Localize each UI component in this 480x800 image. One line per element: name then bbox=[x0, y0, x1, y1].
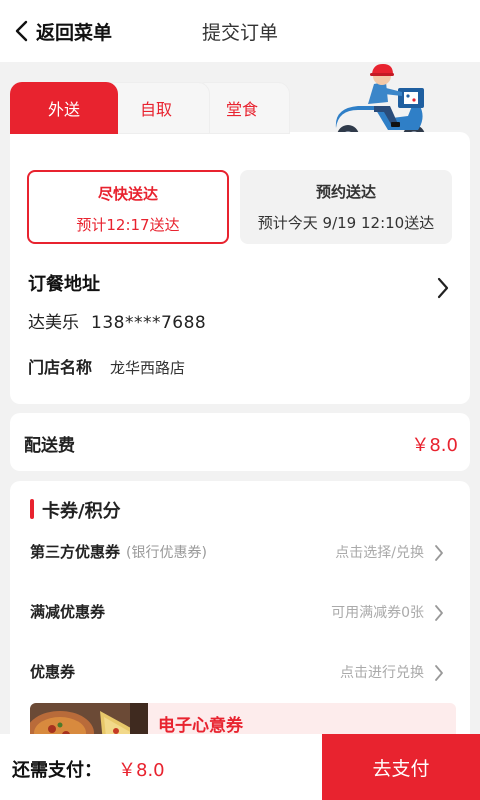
third-party-coupon-title: 第三方优惠券 bbox=[30, 543, 121, 561]
store-name: 龙华西路店 bbox=[110, 359, 186, 377]
amount-due-value: ￥8.0 bbox=[118, 760, 165, 781]
address-title: 订餐地址 bbox=[28, 274, 100, 295]
e-gift-card-label: 电子心意券 bbox=[158, 716, 243, 736]
scheduled-title: 预约送达 bbox=[315, 183, 376, 201]
contact-phone: 138****7688 bbox=[91, 313, 207, 333]
delivery-fee-label: 配送费 bbox=[24, 436, 75, 456]
coupons-card: 卡券/积分 第三方优惠券 (银行优惠券) 点击选择/兑换 满减优惠券 可用满减券0… bbox=[10, 481, 470, 761]
chevron-right-icon bbox=[435, 545, 443, 561]
delivery-fee-value: ￥8.0 bbox=[411, 435, 458, 456]
coupon-row[interactable]: 优惠券 点击进行兑换 bbox=[30, 661, 450, 685]
asap-title: 尽快送达 bbox=[97, 185, 158, 203]
third-party-coupon-row[interactable]: 第三方优惠券 (银行优惠券) 点击选择/兑换 bbox=[30, 541, 450, 565]
scheduled-eta: 预计今天 9/19 12:10送达 bbox=[257, 214, 435, 232]
checkout-bar: 还需支付： ￥8.0 去支付 bbox=[0, 734, 480, 800]
discount-coupon-label: 满减优惠券 bbox=[30, 603, 106, 621]
chevron-right-icon[interactable] bbox=[436, 276, 450, 300]
store-row: 门店名称 龙华西路店 bbox=[28, 354, 185, 378]
page-title: 提交订单 bbox=[201, 22, 278, 44]
top-bar: 返回菜单 提交订单 bbox=[0, 0, 480, 62]
third-party-coupon-label: 第三方优惠券 (银行优惠券) bbox=[30, 541, 207, 562]
third-party-coupon-action: 点击选择/兑换 bbox=[335, 545, 424, 561]
coupon-action: 点击进行兑换 bbox=[340, 665, 424, 681]
delivery-fee-card: 配送费 ￥8.0 bbox=[10, 413, 470, 471]
chevron-right-icon bbox=[435, 665, 443, 681]
discount-coupon-action: 可用满减券0张 bbox=[331, 605, 424, 621]
asap-eta: 预计12:17送达 bbox=[76, 216, 180, 234]
discount-coupon-row[interactable]: 满减优惠券 可用满减券0张 bbox=[30, 601, 450, 625]
asap-delivery-option[interactable]: 尽快送达 预计12:17送达 bbox=[27, 170, 229, 244]
bank-coupon-note: (银行优惠券) bbox=[126, 545, 207, 561]
address-contact[interactable]: 达美乐 138****7688 bbox=[28, 308, 206, 333]
coupon-label: 优惠券 bbox=[30, 663, 76, 681]
amount-due-label: 还需支付： bbox=[12, 760, 102, 781]
section-accent-bar bbox=[30, 499, 34, 519]
contact-name: 达美乐 bbox=[28, 313, 79, 333]
store-label: 门店名称 bbox=[28, 358, 93, 377]
coupons-section-title: 卡券/积分 bbox=[42, 501, 121, 522]
delivery-card: 尽快送达 预计12:17送达 预约送达 预计今天 9/19 12:10送达 订餐… bbox=[10, 132, 470, 404]
order-type-tabs: 外送 自取 堂食 bbox=[10, 82, 290, 134]
tab-pickup[interactable]: 自取 bbox=[102, 82, 210, 134]
pay-button[interactable]: 去支付 bbox=[322, 734, 480, 800]
tab-delivery[interactable]: 外送 bbox=[10, 82, 118, 134]
chevron-right-icon bbox=[435, 605, 443, 621]
scheduled-delivery-option[interactable]: 预约送达 预计今天 9/19 12:10送达 bbox=[240, 170, 452, 244]
